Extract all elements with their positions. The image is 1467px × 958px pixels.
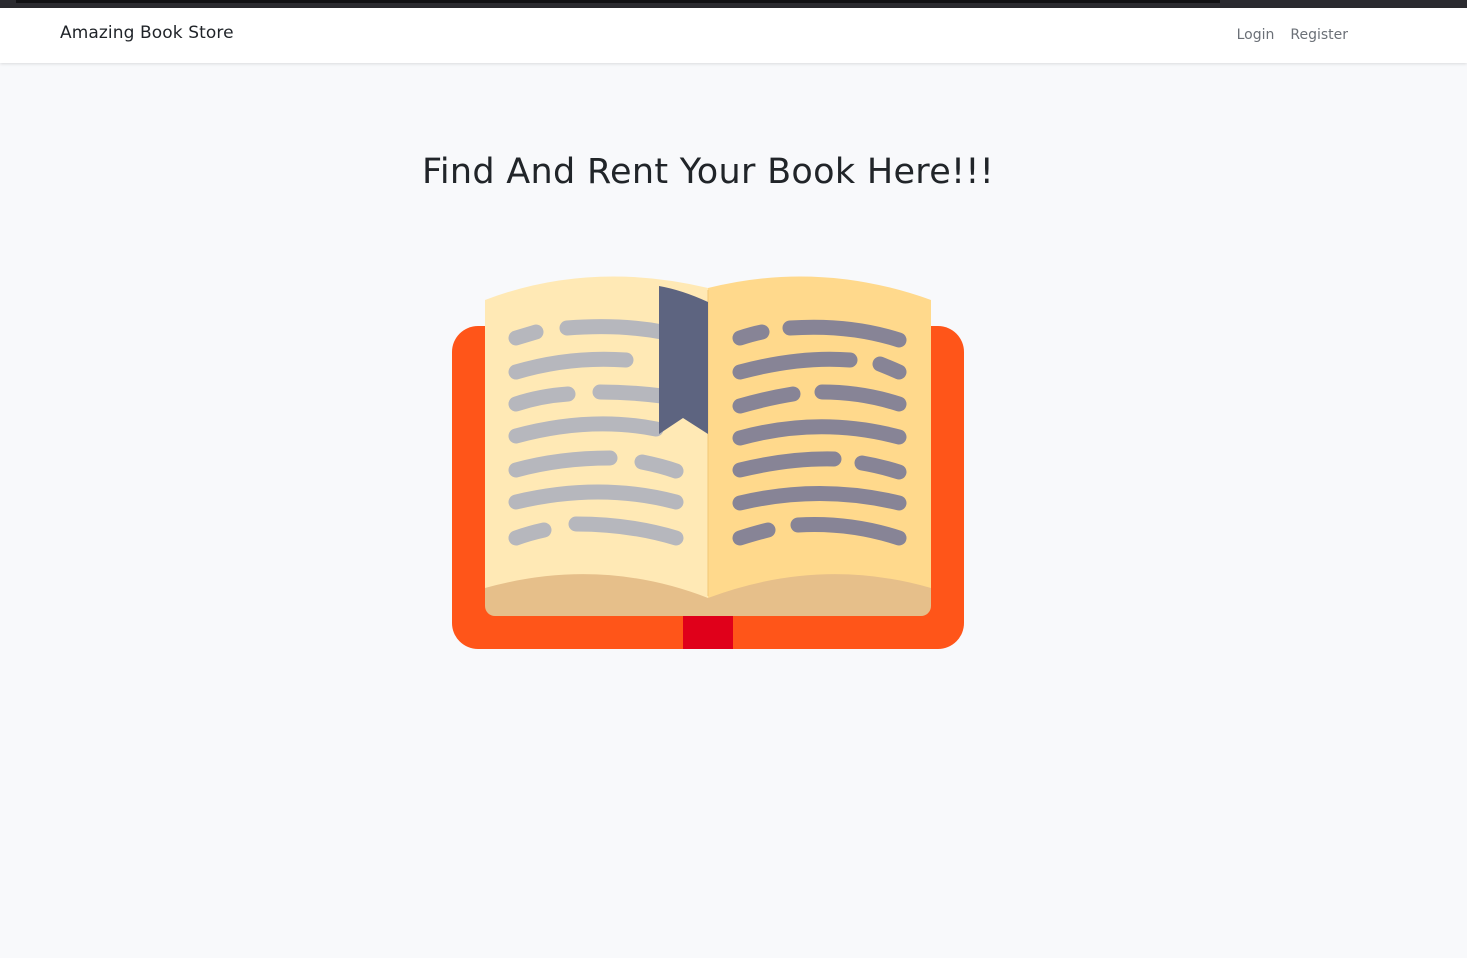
login-link[interactable]: Login (1237, 27, 1275, 43)
nav-links: Login Register (1237, 27, 1348, 43)
navbar: Amazing Book Store Login Register (0, 8, 1467, 63)
browser-top-strip (0, 0, 1467, 8)
bookmark (659, 286, 708, 434)
hero-title: Find And Rent Your Book Here!!! (421, 152, 995, 192)
open-book-icon (452, 276, 964, 649)
browser-top-strip-inner (16, 0, 1220, 3)
brand-link[interactable]: Amazing Book Store (60, 23, 234, 43)
book-spine-tab (683, 612, 733, 649)
register-link[interactable]: Register (1290, 27, 1348, 43)
